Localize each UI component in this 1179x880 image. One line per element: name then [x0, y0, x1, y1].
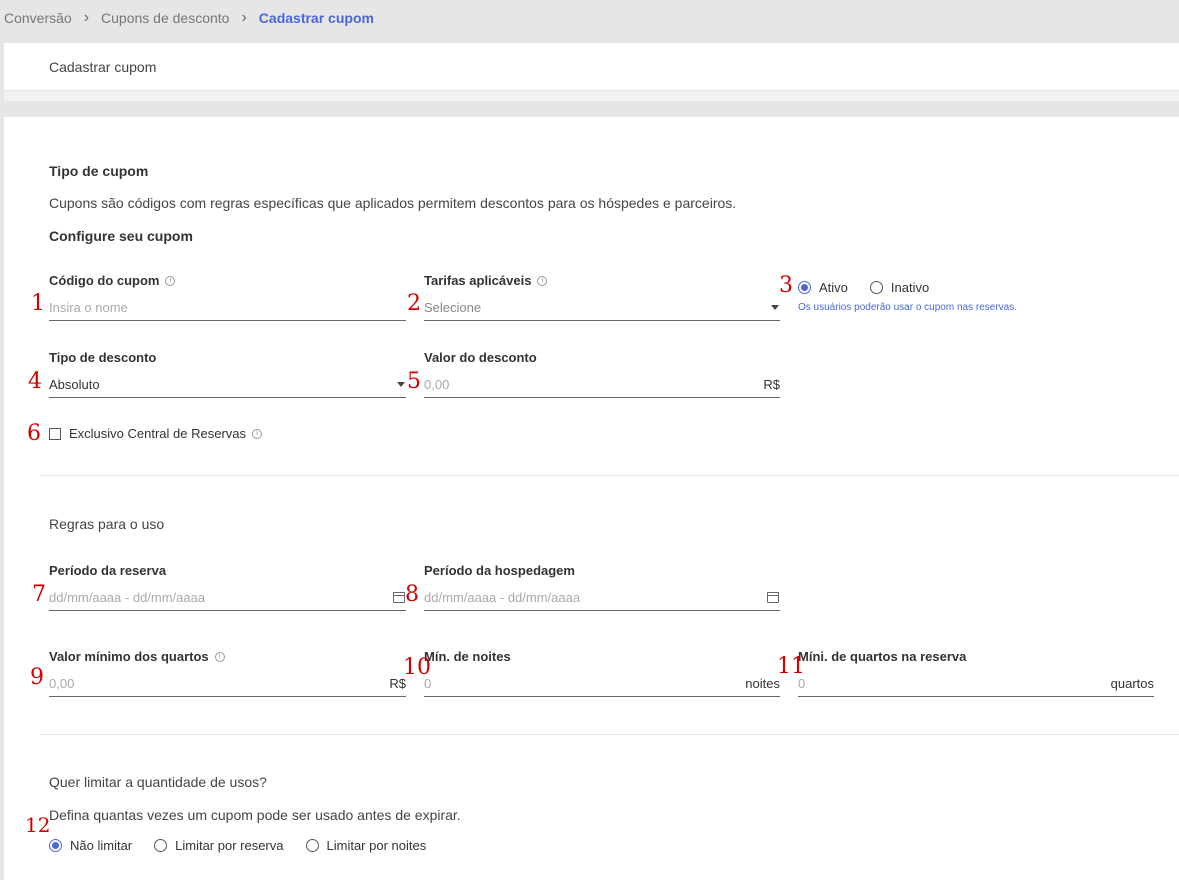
limite-option-label: Não limitar: [70, 838, 133, 853]
section-divider: [40, 734, 1179, 735]
marker-6: 6: [27, 421, 41, 446]
tipo-desconto-label: Tipo de desconto: [49, 350, 156, 365]
page-header-card: Cadastrar cupom: [4, 43, 1179, 91]
breadcrumb-item-cupons[interactable]: Cupons de desconto: [101, 10, 229, 26]
calendar-icon[interactable]: [767, 592, 779, 603]
quartos-unit: quartos: [1110, 676, 1154, 691]
min-quartos-placeholder: 0: [798, 676, 806, 691]
caret-down-icon: [771, 305, 779, 310]
periodo-hospedagem-label: Período da hospedagem: [424, 563, 575, 578]
breadcrumb-current: Cadastrar cupom: [258, 10, 374, 26]
periodo-hospedagem-placeholder: dd/mm/aaaa - dd/mm/aaaa: [424, 590, 581, 605]
codigo-placeholder: Insira o nome: [49, 300, 128, 315]
status-radio-group: Ativo Inativo: [798, 280, 951, 295]
periodo-reserva-placeholder: dd/mm/aaaa - dd/mm/aaaa: [49, 590, 206, 605]
min-noites-label-text: Mín. de noites: [424, 649, 511, 664]
limite-option-por-reserva[interactable]: Limitar por reserva: [154, 838, 284, 853]
exclusivo-checkbox-row[interactable]: Exclusivo Central de Reservas i: [49, 426, 263, 441]
valor-desconto-label: Valor do desconto: [424, 350, 537, 365]
min-noites-placeholder: 0: [424, 676, 432, 691]
tarifas-select[interactable]: Selecione: [424, 295, 780, 321]
codigo-label-text: Código do cupom: [49, 273, 160, 288]
radio-icon[interactable]: [869, 281, 883, 294]
limite-option-label: Limitar por reserva: [175, 838, 284, 853]
limite-option-por-noites[interactable]: Limitar por noites: [305, 838, 427, 853]
periodo-reserva-label-text: Período da reserva: [49, 563, 167, 578]
noites-unit: noites: [745, 676, 780, 691]
valor-minimo-placeholder: 0,00: [49, 676, 75, 691]
min-quartos-label-text: Míni. de quartos na reserva: [798, 649, 967, 664]
radio-icon[interactable]: [305, 839, 319, 852]
marker-7: 7: [32, 582, 46, 607]
info-icon[interactable]: i: [214, 651, 225, 662]
marker-1: 1: [31, 291, 45, 316]
section-subtitle-configure: Configure seu cupom: [49, 228, 193, 244]
header-divider: [4, 91, 1179, 101]
min-noites-input[interactable]: 0 noites: [424, 671, 780, 697]
caret-down-icon: [397, 382, 405, 387]
limite-option-label: Limitar por noites: [326, 838, 427, 853]
marker-2: 2: [407, 291, 421, 316]
tarifas-label: Tarifas aplicáveis i: [424, 273, 548, 288]
min-quartos-label: Míni. de quartos na reserva: [798, 649, 966, 664]
min-noites-label: Mín. de noites: [424, 649, 511, 664]
codigo-input[interactable]: Insira o nome: [49, 295, 406, 321]
section-divider: [40, 475, 1179, 476]
section-title-limite: Quer limitar a quantidade de usos?: [49, 774, 267, 790]
tipo-desconto-label-text: Tipo de desconto: [49, 350, 157, 365]
calendar-icon[interactable]: [393, 592, 405, 603]
exclusivo-label: Exclusivo Central de Reservas: [69, 426, 247, 441]
chevron-right-icon: ›: [83, 9, 90, 26]
status-option-ativo[interactable]: Ativo: [798, 280, 848, 295]
radio-selected-icon[interactable]: [49, 839, 62, 852]
info-icon[interactable]: i: [537, 275, 548, 286]
valor-minimo-input[interactable]: 0,00 R$: [49, 671, 406, 697]
marker-9: 9: [30, 665, 44, 690]
valor-desconto-label-text: Valor do desconto: [424, 350, 537, 365]
tipo-desconto-value: Absoluto: [49, 377, 100, 392]
codigo-label: Código do cupom i: [49, 273, 176, 288]
periodo-reserva-input[interactable]: dd/mm/aaaa - dd/mm/aaaa: [49, 585, 406, 611]
valor-minimo-label: Valor mínimo dos quartos i: [49, 649, 225, 664]
status-inativo-label: Inativo: [890, 280, 930, 295]
breadcrumb: Conversão › Cupons de desconto › Cadastr…: [0, 0, 1179, 36]
status-ativo-label: Ativo: [819, 280, 848, 295]
section-title-tipo: Tipo de cupom: [49, 163, 149, 179]
min-quartos-input[interactable]: 0 quartos: [798, 671, 1154, 697]
tarifas-placeholder: Selecione: [424, 300, 482, 315]
limite-radio-group: Não limitar Limitar por reserva Limitar …: [49, 838, 448, 853]
status-option-inativo[interactable]: Inativo: [869, 280, 930, 295]
periodo-hospedagem-input[interactable]: dd/mm/aaaa - dd/mm/aaaa: [424, 585, 780, 611]
tipo-desconto-select[interactable]: Absoluto: [49, 372, 406, 398]
page-title: Cadastrar cupom: [49, 59, 157, 75]
checkbox-icon[interactable]: [49, 427, 61, 440]
valor-desconto-input[interactable]: 0,00 R$: [424, 372, 780, 398]
section-title-regras: Regras para o uso: [49, 516, 165, 532]
chevron-right-icon: ›: [241, 9, 247, 26]
radio-icon[interactable]: [154, 839, 168, 852]
section-description-limite: Defina quantas vezes um cupom pode ser u…: [49, 807, 461, 823]
marker-3: 3: [779, 273, 793, 298]
currency-unit: R$: [763, 377, 780, 392]
status-hint: Os usuários poderão usar o cupom nas res…: [798, 302, 1017, 313]
periodo-reserva-label: Período da reserva: [49, 563, 166, 578]
limite-option-nao-limitar[interactable]: Não limitar: [49, 838, 132, 853]
marker-5: 5: [407, 369, 421, 394]
tarifas-label-text: Tarifas aplicáveis: [424, 273, 532, 288]
info-icon[interactable]: i: [252, 428, 263, 439]
marker-8: 8: [405, 582, 419, 607]
marker-12: 12: [25, 813, 51, 837]
breadcrumb-item-conversao[interactable]: Conversão: [4, 10, 72, 26]
marker-4: 4: [28, 369, 42, 394]
section-description-tipo: Cupons são códigos com regras específica…: [49, 195, 737, 211]
valor-minimo-label-text: Valor mínimo dos quartos: [49, 649, 209, 664]
periodo-hospedagem-label-text: Período da hospedagem: [424, 563, 575, 578]
info-icon[interactable]: i: [165, 275, 176, 286]
radio-selected-icon[interactable]: [798, 281, 811, 294]
valor-desconto-placeholder: 0,00: [424, 377, 450, 392]
